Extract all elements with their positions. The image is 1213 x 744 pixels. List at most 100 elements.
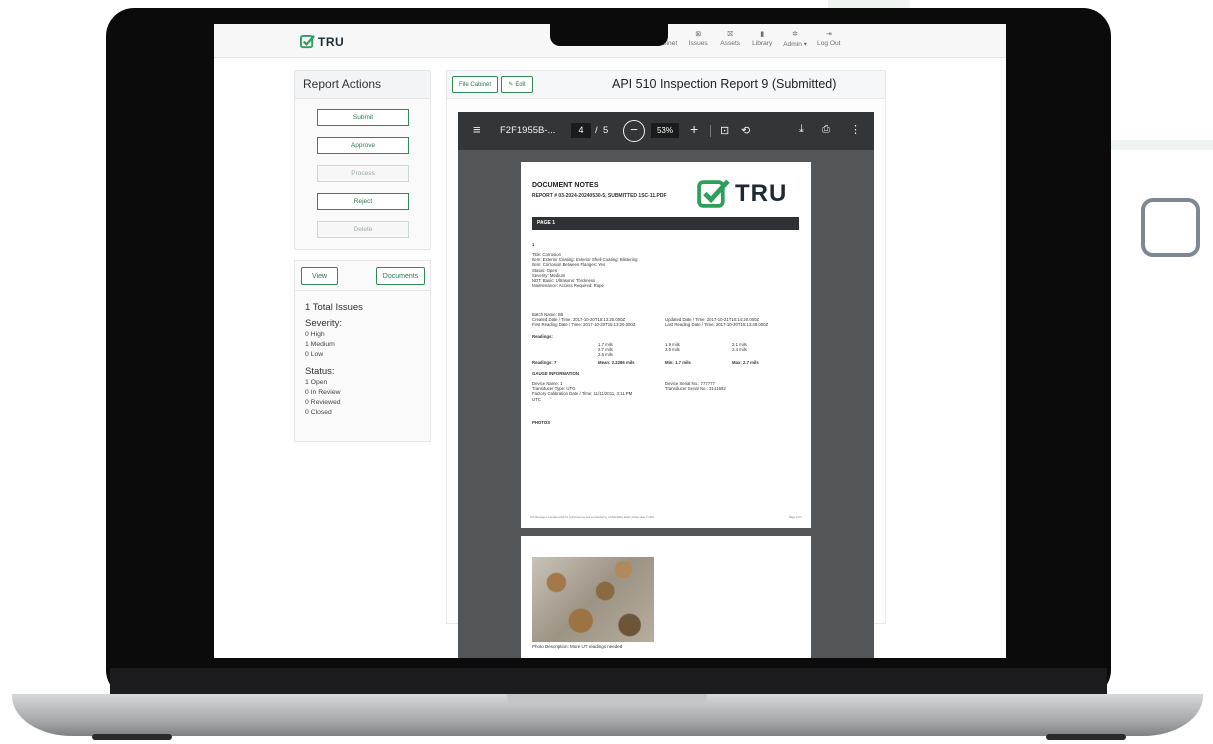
gauge-detail: Transducer Serial No.: 3141592 bbox=[665, 386, 726, 392]
gauge-heading: GAUGE INFORMATION bbox=[532, 371, 579, 376]
rotate-icon[interactable]: ⟲ bbox=[741, 124, 750, 137]
more-options-icon[interactable]: ⋮ bbox=[850, 123, 861, 136]
page-footer-number: Page 4 of 5 bbox=[789, 516, 802, 519]
pdf-page: Photo Description: More UT readings need… bbox=[521, 536, 811, 658]
zoom-out-button[interactable]: − bbox=[623, 120, 645, 142]
reject-button[interactable]: Reject bbox=[317, 193, 409, 210]
print-icon[interactable]: ⎙ bbox=[822, 124, 830, 135]
report-actions-panel: Report Actions Submit Approve Process Re… bbox=[294, 70, 431, 250]
readings-label: Readings: bbox=[532, 334, 553, 339]
photos-heading: PHOTOS bbox=[532, 420, 551, 425]
nav-menu: ▦ File Cabinet ⊠ Issues ⛝ Assets ▮ Libra… bbox=[642, 30, 841, 48]
nav-label: Admin ▾ bbox=[783, 41, 808, 48]
app-screen: TRU ▦ File Cabinet ⊠ Issues ⛝ Assets ▮ L… bbox=[214, 24, 1006, 658]
reading-value: 2.4 mils bbox=[732, 347, 747, 353]
pencil-icon: ✎ bbox=[508, 82, 514, 88]
file-cabinet-button[interactable]: File Cabinet bbox=[452, 76, 498, 93]
download-icon[interactable]: ⤓ bbox=[799, 123, 804, 136]
status-reviewed: 0 Reviewed bbox=[305, 399, 341, 406]
severity-label: Severity: bbox=[305, 318, 342, 329]
readings-min: Min: 1.7 mils bbox=[665, 360, 691, 365]
documents-button[interactable]: Documents bbox=[376, 267, 425, 285]
report-actions-title: Report Actions bbox=[295, 71, 430, 99]
page-title: API 510 Inspection Report 9 (Submitted) bbox=[612, 77, 837, 91]
pdf-viewer[interactable]: ≡ F2F1955B-... 4 / 5 − 53% + ⊡ ⟲ ⤓ ⎙ ⋮ D… bbox=[458, 112, 874, 658]
logout-icon: ⇥ bbox=[825, 31, 832, 38]
edit-label: Edit bbox=[515, 81, 526, 88]
batch-detail: First Reading Date / Time: 2017-10-20T15… bbox=[532, 322, 636, 328]
gauge-detail: UTC bbox=[532, 396, 541, 402]
pdf-toolbar: ≡ F2F1955B-... 4 / 5 − 53% + ⊡ ⟲ ⤓ ⎙ ⋮ bbox=[458, 112, 874, 150]
item-number: 1 bbox=[532, 242, 535, 247]
gear-icon: ✲ bbox=[792, 31, 799, 38]
issues-toolbar: View Documents bbox=[295, 261, 430, 291]
edit-button[interactable]: ✎ Edit bbox=[501, 76, 533, 93]
nav-label: Library bbox=[752, 40, 773, 47]
readings-max: Max: 2.7 mils bbox=[732, 360, 759, 365]
status-open: 1 Open bbox=[305, 379, 328, 386]
status-closed: 0 Closed bbox=[305, 409, 332, 416]
report-header: File Cabinet ✎ Edit API 510 Inspection R… bbox=[447, 71, 885, 99]
page-separator: / bbox=[595, 125, 598, 136]
brand-logo[interactable]: TRU bbox=[300, 34, 344, 49]
gauge-detail: Factory Calibration Date / Time: 11/11/2… bbox=[532, 391, 633, 397]
issues-stats: 1 Total Issues Severity: 0 High 1 Medium… bbox=[295, 291, 430, 428]
page-band: PAGE 1 bbox=[532, 217, 799, 230]
approve-button[interactable]: Approve bbox=[317, 137, 409, 154]
document-footer: This file/page is intended solely for au… bbox=[530, 516, 654, 519]
laptop-foot bbox=[92, 734, 172, 740]
severity-low: 0 Low bbox=[305, 351, 324, 358]
laptop-base-notch bbox=[507, 694, 707, 706]
fit-page-icon[interactable]: ⊡ bbox=[720, 124, 729, 137]
nav-library[interactable]: ▮ Library bbox=[751, 30, 773, 48]
decorative-square-icon bbox=[1141, 198, 1200, 257]
brand-name: TRU bbox=[318, 34, 345, 49]
check-logo-icon bbox=[300, 34, 315, 49]
nav-assets[interactable]: ⛝ Assets bbox=[719, 30, 741, 48]
corrosion-photo[interactable] bbox=[532, 557, 654, 642]
document-logo: TRU bbox=[697, 177, 787, 210]
page-number-input[interactable]: 4 bbox=[571, 123, 591, 138]
page-total: 5 bbox=[603, 125, 609, 136]
issue-detail: Maintenance: Access Required: Rope bbox=[532, 283, 604, 289]
nav-admin[interactable]: ✲ Admin ▾ bbox=[783, 30, 807, 48]
check-logo-icon bbox=[697, 179, 730, 208]
assets-icon: ⛝ bbox=[727, 31, 733, 38]
nav-label: Assets bbox=[720, 40, 741, 47]
nav-label: Issues bbox=[688, 40, 708, 47]
severity-medium: 1 Medium bbox=[305, 341, 335, 348]
zoom-level[interactable]: 53% bbox=[651, 123, 679, 138]
view-button[interactable]: View bbox=[301, 267, 338, 285]
document-logo-text: TRU bbox=[735, 179, 788, 207]
submit-button[interactable]: Submit bbox=[317, 109, 409, 126]
document-subheading: REPORT # 03-2024-20240530-5, SUBMITTED 1… bbox=[532, 193, 667, 199]
status-in-review: 0 In Review bbox=[305, 389, 341, 396]
readings-count: Readings: 7 bbox=[532, 360, 557, 365]
toolbar-divider bbox=[710, 125, 711, 137]
menu-icon[interactable]: ≡ bbox=[473, 122, 481, 137]
laptop-chin bbox=[110, 668, 1107, 694]
nav-logout[interactable]: ⇥ Log Out bbox=[817, 30, 840, 48]
photo-description: Photo Description: More UT readings need… bbox=[532, 644, 623, 649]
issues-summary-panel: View Documents 1 Total Issues Severity: … bbox=[294, 260, 431, 442]
document-heading: DOCUMENT NOTES bbox=[532, 182, 599, 189]
issues-icon: ⊠ bbox=[695, 31, 702, 38]
pdf-page: DOCUMENT NOTES REPORT # 03-2024-20240530… bbox=[521, 162, 811, 528]
status-label: Status: bbox=[305, 366, 335, 377]
book-icon: ▮ bbox=[760, 31, 765, 38]
nav-issues[interactable]: ⊠ Issues bbox=[687, 30, 709, 48]
zoom-in-button[interactable]: + bbox=[690, 121, 698, 137]
reading-value: 2.5 mils bbox=[598, 352, 613, 358]
pdf-file-name: F2F1955B-... bbox=[500, 125, 556, 136]
delete-button[interactable]: Delete bbox=[317, 221, 409, 238]
camera-notch bbox=[550, 16, 668, 46]
total-issues: 1 Total Issues bbox=[305, 302, 363, 313]
severity-high: 0 High bbox=[305, 331, 325, 338]
scene: TRU ▦ File Cabinet ⊠ Issues ⛝ Assets ▮ L… bbox=[0, 0, 1213, 744]
nav-label: Log Out bbox=[817, 40, 841, 47]
process-button[interactable]: Process bbox=[317, 165, 409, 182]
batch-detail: Last Reading Date / Time: 2017-10-20T15:… bbox=[665, 322, 769, 328]
laptop-foot bbox=[1046, 734, 1126, 740]
reading-value: 2.5 mils bbox=[665, 347, 680, 353]
file-cabinet-label: File Cabinet bbox=[458, 81, 491, 88]
